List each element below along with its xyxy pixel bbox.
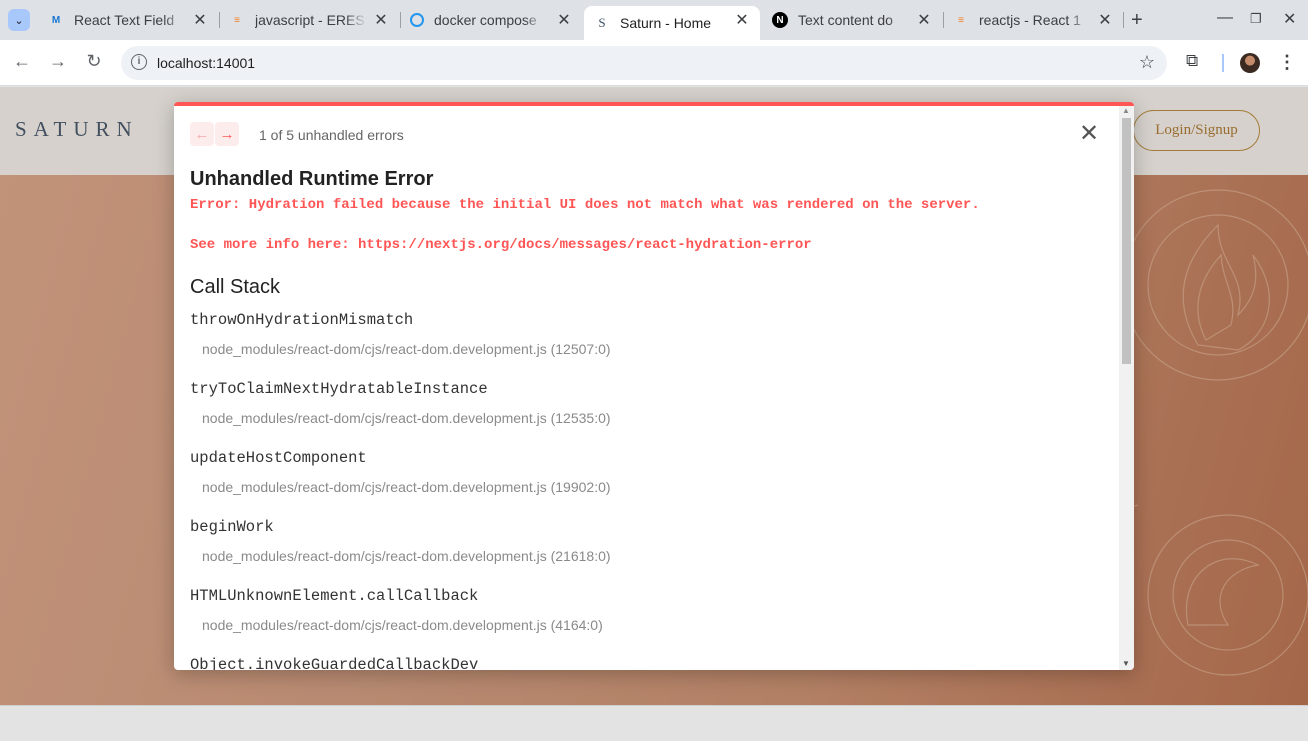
stack-frame[interactable]: tryToClaimNextHydratableInstance node_mo… bbox=[190, 380, 1110, 449]
browser-tab-active[interactable]: S Saturn - Home ✕ bbox=[584, 6, 760, 40]
error-title: Unhandled Runtime Error bbox=[190, 168, 434, 190]
extensions-puzzle-icon[interactable]: ⧉ bbox=[1186, 51, 1198, 71]
chevron-down-icon: ⌄ bbox=[14, 14, 24, 27]
tab-search-button[interactable]: ⌄ bbox=[8, 9, 30, 31]
tab-divider bbox=[1123, 12, 1124, 28]
stack-frame-function: HTMLUnknownElement.callCallback bbox=[190, 587, 479, 605]
horizontal-scroll-area bbox=[0, 705, 1308, 741]
address-bar[interactable]: i localhost:14001 ☆ bbox=[121, 46, 1167, 80]
close-icon[interactable]: ✕ bbox=[554, 10, 574, 30]
error-more-info-link[interactable]: See more info here: https://nextjs.org/d… bbox=[190, 237, 812, 253]
call-stack-list: throwOnHydrationMismatch node_modules/re… bbox=[190, 311, 1110, 670]
mui-icon: M bbox=[51, 14, 61, 26]
close-icon[interactable]: ✕ bbox=[371, 10, 391, 30]
close-icon[interactable]: ✕ bbox=[914, 10, 934, 30]
stack-frame-function: updateHostComponent bbox=[190, 449, 367, 467]
stack-frame[interactable]: updateHostComponent node_modules/react-d… bbox=[190, 449, 1110, 518]
forward-arrow-icon[interactable]: → bbox=[46, 51, 70, 72]
stack-frame-location[interactable]: node_modules/react-dom/cjs/react-dom.dev… bbox=[202, 617, 1110, 633]
stack-frame[interactable]: Object.invokeGuardedCallbackDev bbox=[190, 656, 1110, 670]
toolbar-divider bbox=[1222, 54, 1224, 72]
site-info-icon[interactable]: i bbox=[131, 54, 147, 70]
browser-tab[interactable]: N Text content do ✕ bbox=[762, 6, 942, 34]
bookmark-star-icon[interactable]: ☆ bbox=[1139, 52, 1155, 73]
tab-title: React Text Field bbox=[74, 12, 175, 28]
previous-error-button[interactable]: ← bbox=[190, 122, 214, 146]
scroll-down-icon[interactable]: ▼ bbox=[1122, 659, 1130, 668]
tab-strip: ⌄ M React Text Field ✕ ≡ javascript - ER… bbox=[0, 0, 1308, 40]
reload-icon[interactable]: ↻ bbox=[82, 51, 106, 72]
scrollbar-thumb[interactable] bbox=[1122, 118, 1131, 364]
stack-frame-function: Object.invokeGuardedCallbackDev bbox=[190, 656, 479, 670]
stack-frame-location[interactable]: node_modules/react-dom/cjs/react-dom.dev… bbox=[202, 548, 1110, 564]
arrow-left-icon: ← bbox=[194, 125, 210, 143]
tab-title: Saturn - Home bbox=[620, 15, 712, 31]
docker-icon bbox=[410, 13, 424, 27]
error-accent-bar bbox=[174, 102, 1134, 106]
browser-tab[interactable]: docker compose ✕ bbox=[400, 6, 582, 34]
saturn-icon: S bbox=[598, 15, 606, 30]
close-icon[interactable]: ✕ bbox=[190, 10, 210, 30]
nextjs-error-dialog: ← → 1 of 5 unhandled errors ✕ Unhandled … bbox=[174, 102, 1134, 670]
scroll-up-icon[interactable]: ▲ bbox=[1122, 106, 1130, 115]
call-stack-heading: Call Stack bbox=[190, 276, 281, 298]
browser-tab[interactable]: ≡ reactjs - React 1 ✕ bbox=[943, 6, 1123, 34]
menu-kebab-icon[interactable]: ⋮ bbox=[1278, 52, 1296, 73]
tab-title: Text content do bbox=[798, 12, 893, 28]
dialog-scrollbar[interactable]: ▲ ▼ bbox=[1119, 106, 1134, 670]
stack-frame-function: throwOnHydrationMismatch bbox=[190, 311, 414, 329]
error-count: 1 of 5 unhandled errors bbox=[259, 127, 404, 143]
browser-tab[interactable]: ≡ javascript - ERES ✕ bbox=[219, 6, 399, 34]
browser-toolbar: ← → ↻ i localhost:14001 ☆ bbox=[0, 40, 1308, 86]
window-close-icon[interactable]: ✕ bbox=[1283, 9, 1296, 29]
tab-title: javascript - ERES bbox=[255, 12, 365, 28]
stack-frame[interactable]: throwOnHydrationMismatch node_modules/re… bbox=[190, 311, 1110, 380]
stackoverflow-icon: ≡ bbox=[958, 14, 964, 26]
stack-frame[interactable]: beginWork node_modules/react-dom/cjs/rea… bbox=[190, 518, 1110, 587]
stack-frame-function: tryToClaimNextHydratableInstance bbox=[190, 380, 488, 398]
stack-frame-function: beginWork bbox=[190, 518, 274, 536]
profile-avatar[interactable] bbox=[1240, 53, 1260, 73]
back-arrow-icon[interactable]: ← bbox=[10, 51, 34, 72]
browser-tab[interactable]: M React Text Field ✕ bbox=[38, 6, 218, 34]
stack-frame-location[interactable]: node_modules/react-dom/cjs/react-dom.dev… bbox=[202, 479, 1110, 495]
close-icon[interactable]: ✕ bbox=[732, 10, 752, 30]
stack-frame-location[interactable]: node_modules/react-dom/cjs/react-dom.dev… bbox=[202, 341, 1110, 357]
close-icon[interactable]: ✕ bbox=[1095, 10, 1115, 30]
error-message: Error: Hydration failed because the init… bbox=[190, 197, 980, 213]
new-tab-button[interactable]: + bbox=[1131, 9, 1143, 32]
stackoverflow-icon: ≡ bbox=[234, 14, 240, 26]
nextjs-icon: N bbox=[772, 12, 788, 28]
arrow-right-icon: → bbox=[219, 125, 235, 143]
url-text[interactable]: localhost:14001 bbox=[157, 55, 255, 71]
tab-title: reactjs - React 1 bbox=[979, 12, 1081, 28]
close-dialog-button[interactable]: ✕ bbox=[1079, 122, 1099, 146]
stack-frame-location[interactable]: node_modules/react-dom/cjs/react-dom.dev… bbox=[202, 410, 1110, 426]
restore-icon[interactable]: ❐ bbox=[1250, 11, 1262, 27]
minimize-icon[interactable]: — bbox=[1217, 9, 1233, 27]
tab-title: docker compose bbox=[434, 12, 537, 28]
stack-frame[interactable]: HTMLUnknownElement.callCallback node_mod… bbox=[190, 587, 1110, 656]
next-error-button[interactable]: → bbox=[215, 122, 239, 146]
